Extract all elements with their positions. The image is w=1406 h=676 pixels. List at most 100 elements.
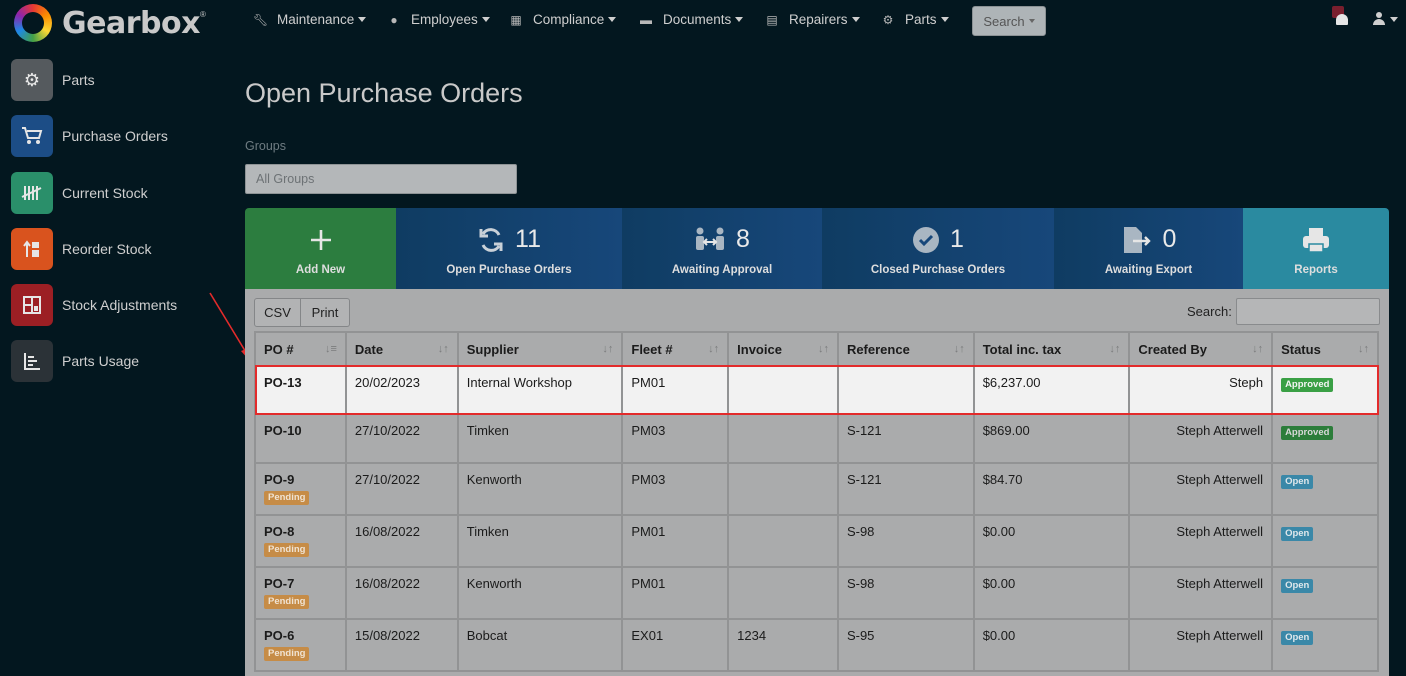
cell-po[interactable]: PO-6 Pending [254,618,347,672]
chevron-down-icon [608,17,617,22]
cell-po[interactable]: PO-13 [254,365,347,415]
closed-purchase-orders-tile[interactable]: 1 Closed Purchase Orders [822,208,1054,289]
awaiting-export-label: Awaiting Export [1104,263,1193,276]
print-button[interactable]: Print [301,298,350,327]
notifications-bell-icon[interactable] [1332,6,1348,28]
groups-select[interactable]: All Groups [245,164,517,194]
cell-status: Open [1271,618,1379,672]
sidebar-item-parts-usage[interactable]: Parts Usage [11,340,139,382]
cell-created-by: Steph Atterwell [1128,618,1274,672]
col-header-total[interactable]: Total inc. tax ↓↑ [972,331,1131,367]
cell-po[interactable]: PO-10 [254,413,347,464]
cell-reference: S-121 [836,413,975,464]
sidebar-item-purchase-orders[interactable]: Purchase Orders [11,115,168,157]
col-header-date[interactable]: Date ↓↑ [344,331,459,367]
nav-maintenance[interactable]: 🔧︎ Maintenance [253,12,367,27]
cell-fleet: PM03 [621,413,730,464]
cell-fleet: PM01 [621,566,730,620]
status-badge: Open [1281,579,1314,593]
po-number: PO-7 [264,576,295,591]
chevron-down-icon [940,17,949,22]
cell-created-by: Steph Atterwell [1128,462,1274,516]
csv-button[interactable]: CSV [254,298,301,327]
cell-fleet: PM01 [621,365,730,415]
sort-icon: ↓↑ [1358,343,1369,355]
awaiting-export-tile[interactable]: 0 Awaiting Export [1054,208,1243,289]
file-export-icon [1123,226,1151,253]
col-header-created-by[interactable]: Created By ↓↑ [1128,331,1274,367]
reports-label: Reports [1294,263,1338,276]
cell-date: 16/08/2022 [344,514,459,568]
logo-text: Gearbox [62,5,200,41]
awaiting-export-count: 0 [1162,225,1177,253]
cell-reference: S-121 [836,462,975,516]
cell-date: 15/08/2022 [344,618,459,672]
sort-icon: ↓↑ [953,343,965,355]
col-header-reference[interactable]: Reference ↓↑ [836,331,975,367]
cell-supplier: Kenworth [456,566,624,620]
sidebar-item-parts[interactable]: ⚙ Parts [11,59,95,101]
col-header-label: Fleet # [631,341,673,357]
nav-repairers[interactable]: ▤ Repairers [765,12,860,27]
col-header-invoice[interactable]: Invoice ↓↑ [727,331,839,367]
sidebar-item-reorder-stock[interactable]: Reorder Stock [11,228,151,270]
user-circle-icon: ● [390,12,398,27]
gearbox-logo[interactable]: Gearbox ® [14,4,206,42]
cell-po[interactable]: PO-8 Pending [254,514,347,568]
nav-employees-label: Employees [411,12,478,27]
col-header-status[interactable]: Status ↓↑ [1271,331,1379,367]
cell-fleet: PM01 [621,514,730,568]
cell-invoice [727,413,839,464]
search-button[interactable]: Search [972,6,1046,36]
nav-compliance[interactable]: ▦ Compliance [509,12,617,27]
sidebar-item-current-stock[interactable]: Current Stock [11,172,148,214]
table-row[interactable]: PO-6 Pending 15/08/2022 Bobcat EX01 1234 … [254,618,1379,672]
table-row[interactable]: PO-8 Pending 16/08/2022 Timken PM01 S-98 … [254,514,1379,568]
user-icon [1372,12,1386,26]
printer-icon [1303,227,1329,253]
calendar-icon: ▦ [510,12,522,27]
status-badge: Open [1281,631,1314,645]
open-purchase-orders-tile[interactable]: 11 Open Purchase Orders [396,208,622,289]
add-new-tile[interactable]: Add New [245,208,396,289]
nav-employees[interactable]: ● Employees [387,12,490,27]
cell-invoice: 1234 [727,618,839,672]
cell-status: Approved [1271,413,1379,464]
sort-icon: ↓↑ [437,343,449,355]
table-row[interactable]: PO-13 20/02/2023 Internal Workshop PM01 … [254,365,1379,415]
cell-supplier: Timken [456,413,624,464]
pending-badge: Pending [264,647,310,661]
cell-fleet: PM03 [621,462,730,516]
folder-icon: ▬ [640,12,652,27]
sort-icon: ↓↑ [1109,343,1121,355]
col-header-po[interactable]: PO # ↓≡ [254,331,347,367]
cell-date: 27/10/2022 [344,413,459,464]
cell-supplier: Internal Workshop [456,365,624,415]
sidebar-item-label: Parts Usage [62,353,140,369]
export-buttons: CSV Print [254,298,350,327]
col-header-label: Reference [846,341,910,357]
cell-po[interactable]: PO-7 Pending [254,566,347,620]
awaiting-approval-tile[interactable]: 8 Awaiting Approval [622,208,822,289]
nav-parts[interactable]: ⚙ Parts [881,12,949,27]
nav-documents[interactable]: ▬ Documents [639,12,744,27]
col-header-supplier[interactable]: Supplier ↓↑ [456,331,624,367]
table-row[interactable]: PO-9 Pending 27/10/2022 Kenworth PM03 S-1… [254,462,1379,516]
cell-reference: S-98 [836,566,975,620]
cell-supplier: Timken [456,514,624,568]
reports-tile[interactable]: Reports [1243,208,1389,289]
closed-purchase-orders-label: Closed Purchase Orders [870,263,1006,276]
user-menu[interactable] [1372,12,1398,26]
table-search-input[interactable] [1236,298,1380,325]
table-row[interactable]: PO-7 Pending 16/08/2022 Kenworth PM01 S-9… [254,566,1379,620]
col-header-fleet[interactable]: Fleet # ↓↑ [621,331,730,367]
status-badge: Open [1281,475,1314,489]
cell-date: 20/02/2023 [344,365,459,415]
cell-po[interactable]: PO-9 Pending [254,462,347,516]
table-row[interactable]: PO-10 27/10/2022 Timken PM03 S-121 $869.… [254,413,1379,464]
cell-invoice [727,365,839,415]
cell-total: $0.00 [972,618,1131,672]
plus-icon [310,229,331,250]
sidebar-item-stock-adjustments[interactable]: Stock Adjustments [11,284,177,326]
col-header-label: Created By [1138,341,1208,357]
